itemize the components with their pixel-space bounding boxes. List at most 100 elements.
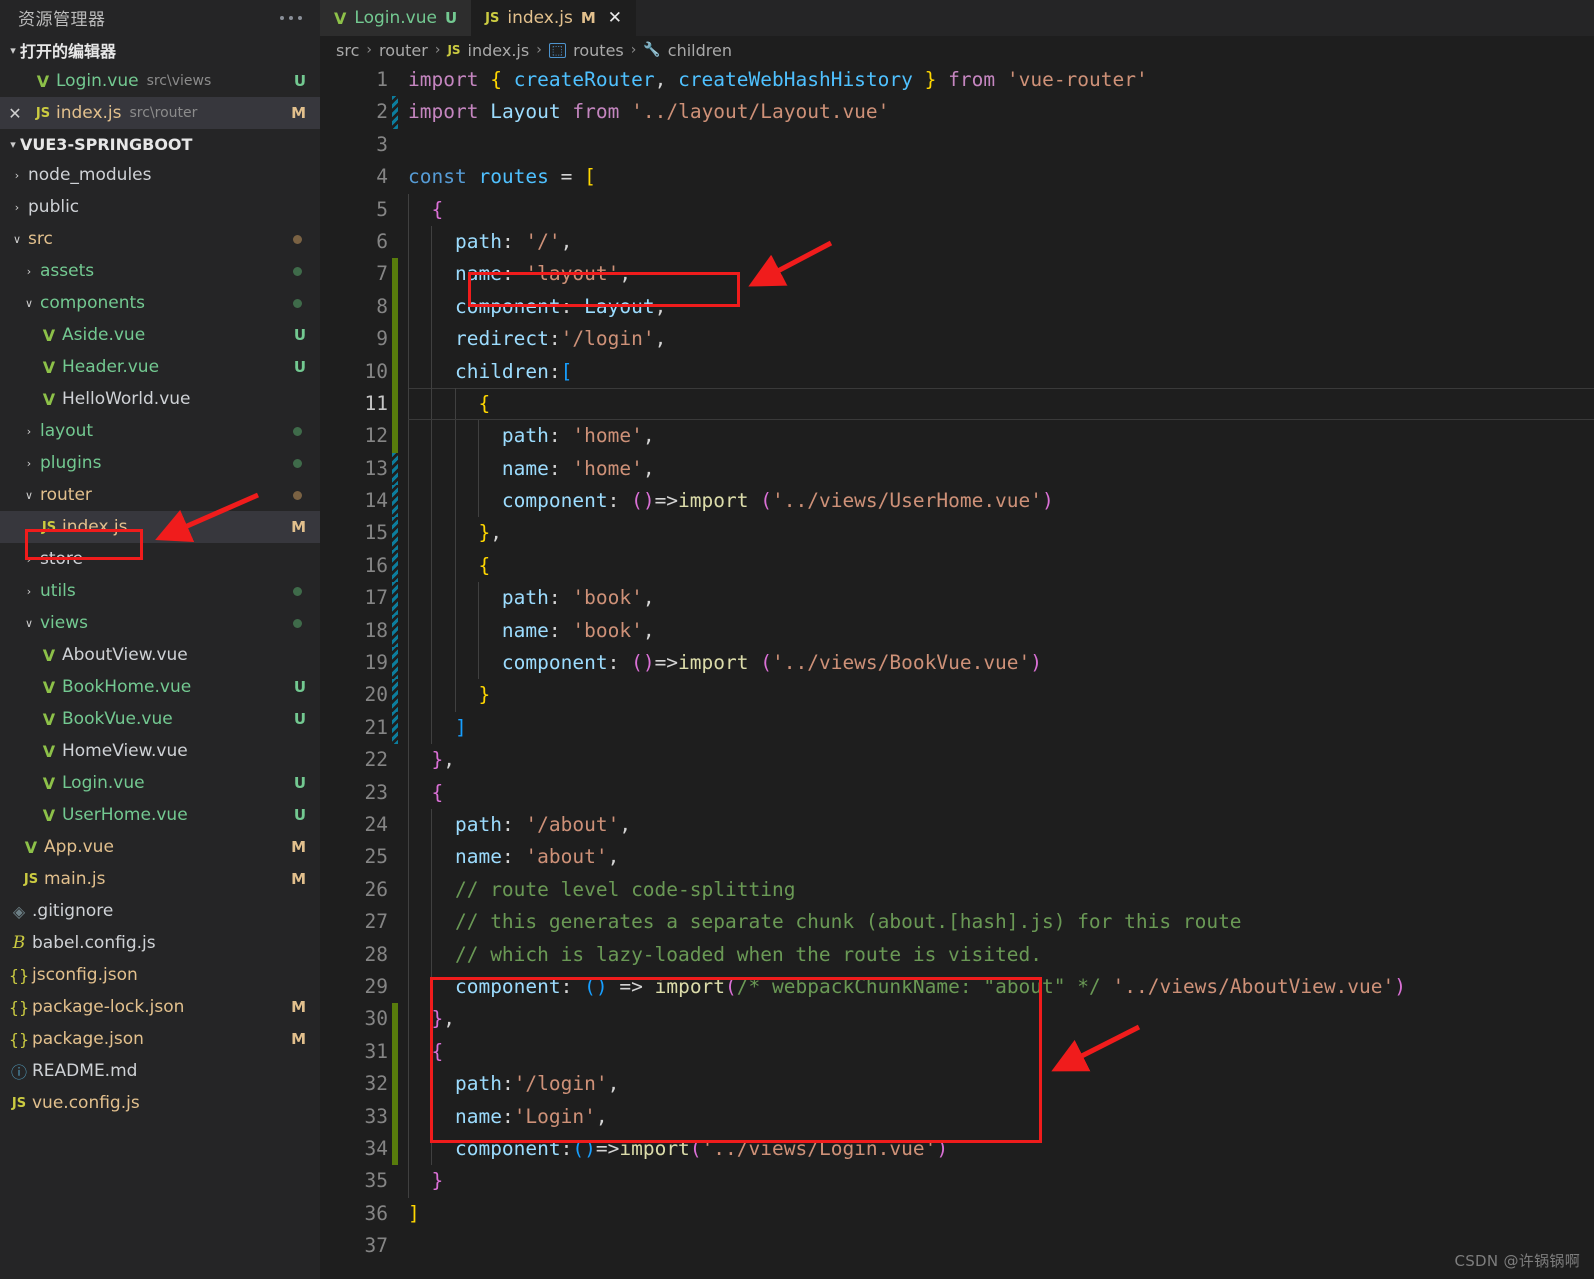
breadcrumb-item[interactable]: children (668, 41, 732, 60)
open-editor-item-index-js[interactable]: ✕ JS index.js src\router M (0, 97, 320, 129)
tree-item-userhome-vue[interactable]: V UserHome.vue U (0, 799, 320, 831)
code-line-text: name: 'book', (408, 615, 655, 647)
breadcrumb-item[interactable]: router (379, 41, 428, 60)
code-token: } (431, 1007, 444, 1031)
code-line-text: }, (408, 744, 455, 776)
tree-item-layout[interactable]: › layout (0, 415, 320, 447)
code-token: 'book' (572, 618, 643, 642)
tree-item-views[interactable]: ∨ views (0, 607, 320, 639)
code-token: { (478, 391, 491, 415)
tree-item-jsconfig-json[interactable]: {} jsconfig.json (0, 959, 320, 991)
code-line-text: name:'Login', (408, 1101, 608, 1133)
line-number: 13 (364, 456, 388, 480)
chevron-right-icon[interactable]: › (18, 457, 40, 470)
code-token: ( (760, 651, 772, 675)
tree-item-header-vue[interactable]: V Header.vue U (0, 351, 320, 383)
code-token: , (595, 1104, 608, 1128)
ellipsis-icon[interactable] (280, 15, 308, 20)
chevron-down-icon[interactable]: ∨ (6, 233, 28, 246)
tree-item-aside-vue[interactable]: V Aside.vue U (0, 319, 320, 351)
tree-item-label: App.vue (44, 837, 114, 857)
project-section-header[interactable]: ▾ VUE3-SPRINGBOOT (0, 129, 320, 159)
tree-item-label: src (28, 229, 53, 249)
code-token: } (478, 521, 491, 545)
chevron-right-icon[interactable]: › (18, 553, 40, 566)
explorer-header: 资源管理器 (0, 0, 320, 35)
tree-item-index-js[interactable]: JS index.js M (0, 511, 320, 543)
breadcrumb-item[interactable]: routes (573, 41, 624, 60)
tree-item-utils[interactable]: › utils (0, 575, 320, 607)
chevron-right-icon[interactable]: › (18, 425, 40, 438)
line-number: 21 (364, 715, 388, 739)
close-icon[interactable]: ✕ (608, 8, 622, 28)
tree-item-bookvue-vue[interactable]: V BookVue.vue U (0, 703, 320, 735)
code-editor[interactable]: 1 import { createRouter, createWebHashHis… (320, 64, 1594, 1279)
tree-item-main-js[interactable]: JS main.js M (0, 863, 320, 895)
close-icon[interactable]: ✕ (0, 104, 30, 123)
tab-status-badge: U (444, 9, 458, 27)
code-line: 34 component:()=>import('../views/Login.… (320, 1132, 1594, 1166)
chevron-right-icon[interactable]: › (6, 201, 28, 214)
open-editor-item-login-vue[interactable]: V Login.vue src\views U (0, 65, 320, 97)
tree-item-bookhome-vue[interactable]: V BookHome.vue U (0, 671, 320, 703)
folder-change-dot (293, 266, 302, 276)
breadcrumb-item[interactable]: src (336, 41, 359, 60)
tree-item-node_modules[interactable]: › node_modules (0, 159, 320, 191)
chevron-down-icon: ▾ (10, 137, 16, 151)
vue-file-icon: V (42, 357, 56, 377)
tree-item-app-vue[interactable]: V App.vue M (0, 831, 320, 863)
tree-item-babel-config-js[interactable]: Bbabel.config.js (0, 927, 320, 959)
code-line-text: { (408, 550, 490, 582)
tree-item-assets[interactable]: › assets (0, 255, 320, 287)
code-token: ( (725, 974, 737, 998)
line-number: 6 (376, 229, 388, 253)
folder-change-dot (293, 298, 302, 308)
breadcrumb-item[interactable]: index.js (468, 41, 530, 60)
chevron-down-icon[interactable]: ∨ (18, 297, 40, 310)
open-editors-section-header[interactable]: ▾ 打开的编辑器 (0, 35, 320, 65)
tab-login-vue[interactable]: V Login.vue U (320, 0, 472, 36)
tree-item--gitignore[interactable]: ◈ .gitignore (0, 895, 320, 927)
tree-item-login-vue[interactable]: V Login.vue U (0, 767, 320, 799)
symbol-variable-icon: ⬚ (548, 42, 567, 58)
tree-item-label: Aside.vue (62, 325, 146, 345)
tree-item-src[interactable]: ∨ src (0, 223, 320, 255)
tab-index-js[interactable]: JS index.js M ✕ (471, 0, 637, 36)
tree-item-plugins[interactable]: › plugins (0, 447, 320, 479)
tree-item-public[interactable]: › public (0, 191, 320, 223)
tree-item-components[interactable]: ∨ components (0, 287, 320, 319)
tree-item-helloworld-vue[interactable]: V HelloWorld.vue (0, 383, 320, 415)
tree-item-package-json[interactable]: {} package.json M (0, 1023, 320, 1055)
tree-item-vue-config-js[interactable]: JS vue.config.js (0, 1087, 320, 1119)
tree-item-aboutview-vue[interactable]: V AboutView.vue (0, 639, 320, 671)
git-gutter-added (392, 290, 398, 324)
code-line: 18 name: 'book', (320, 614, 1594, 648)
chevron-right-icon[interactable]: › (18, 265, 40, 278)
code-token: : (548, 327, 561, 351)
vue-file-icon: V (42, 773, 56, 793)
tree-item-label: public (28, 197, 80, 217)
code-token: import (408, 100, 479, 124)
code-token: , (642, 424, 655, 448)
chevron-down-icon[interactable]: ∨ (18, 617, 40, 630)
code-token: 'Login' (513, 1104, 596, 1128)
line-number: 24 (364, 812, 388, 836)
chevron-right-icon[interactable]: › (6, 169, 28, 182)
code-line: 35 } (320, 1165, 1594, 1198)
tree-item-label: utils (40, 581, 76, 601)
tree-item-package-lock-json[interactable]: {} package-lock.json M (0, 991, 320, 1023)
tree-item-store[interactable]: › store (0, 543, 320, 575)
tree-item-readme-md[interactable]: ⓘ README.md (0, 1055, 320, 1087)
tree-item-status-badge: M (291, 518, 306, 536)
chevron-down-icon[interactable]: ∨ (18, 489, 40, 502)
tree-item-router[interactable]: ∨ router (0, 479, 320, 511)
tree-item-homeview-vue[interactable]: V HomeView.vue (0, 735, 320, 767)
code-token: : (501, 845, 526, 869)
code-token: name (501, 618, 549, 642)
code-line-text: children:[ (408, 356, 572, 388)
chevron-right-icon[interactable]: › (18, 585, 40, 598)
